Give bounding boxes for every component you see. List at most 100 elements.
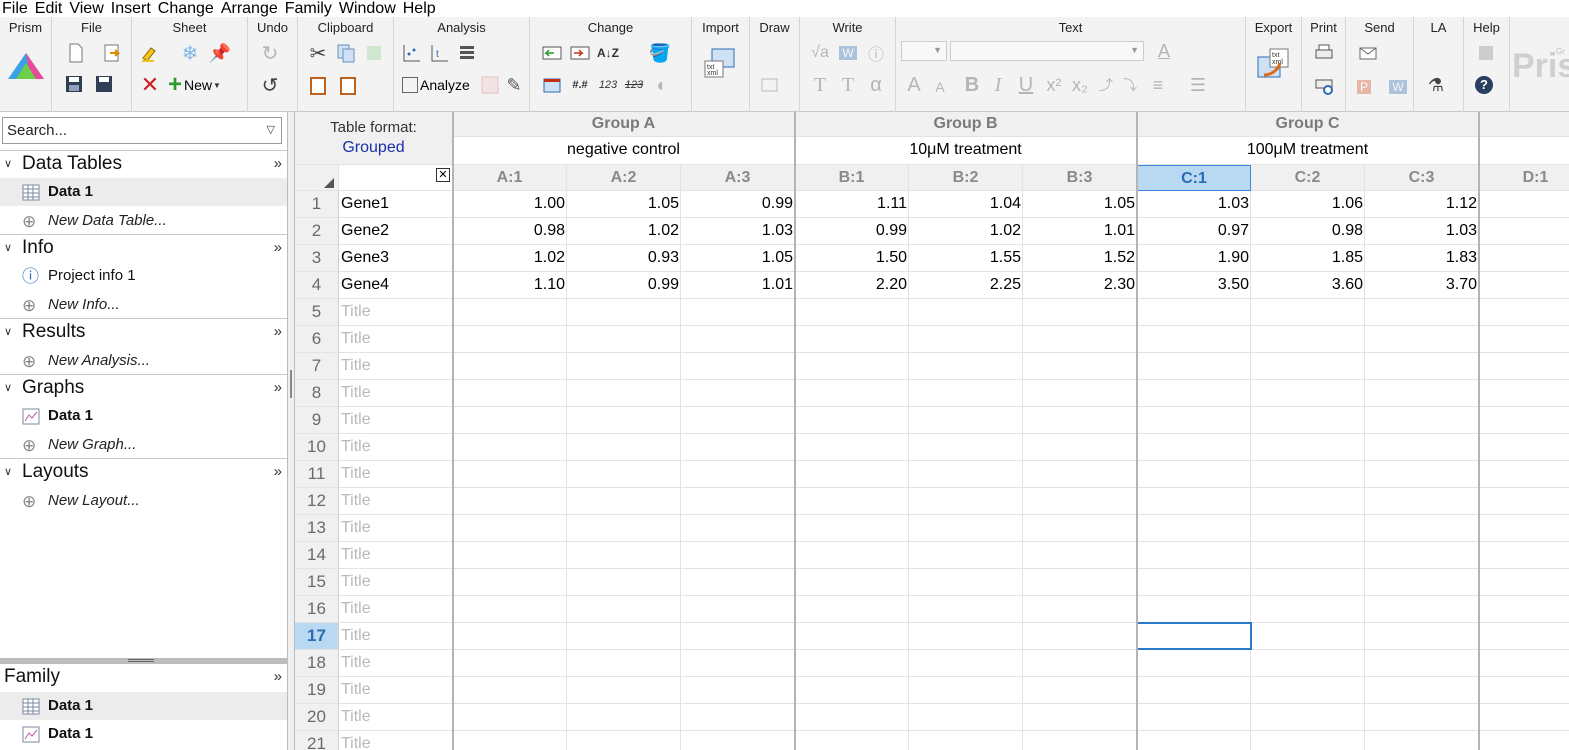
freeze-icon[interactable]: ❄ <box>178 41 202 65</box>
group-name[interactable]: 100μM treatment <box>1137 137 1479 165</box>
data-cell[interactable] <box>909 623 1023 650</box>
data-cell[interactable] <box>681 704 795 731</box>
row-number[interactable]: 4 <box>295 272 339 299</box>
data-cell[interactable] <box>1251 299 1365 326</box>
data-cell[interactable] <box>567 407 681 434</box>
column-header[interactable]: C:3 <box>1365 165 1479 191</box>
data-cell[interactable] <box>1137 596 1251 623</box>
data-cell[interactable]: 1.01 <box>681 272 795 299</box>
data-cell[interactable] <box>1365 299 1479 326</box>
t-test-icon[interactable]: t <box>428 41 452 65</box>
data-cell[interactable]: 1.10 <box>453 272 567 299</box>
data-cell[interactable] <box>1365 434 1479 461</box>
family-item-data-table[interactable]: Data 1 <box>0 692 287 720</box>
navigator-splitter[interactable] <box>288 112 295 750</box>
chevron-down-icon[interactable]: ∨ <box>4 325 12 338</box>
data-cell[interactable] <box>1365 596 1479 623</box>
double-chevron-icon[interactable]: » <box>274 239 282 256</box>
data-cell[interactable]: 1.03 <box>681 218 795 245</box>
data-cell[interactable] <box>795 488 909 515</box>
row-number[interactable]: 6 <box>295 326 339 353</box>
data-cell[interactable] <box>1479 542 1569 569</box>
data-cell[interactable] <box>1365 704 1479 731</box>
italic-icon[interactable]: I <box>986 73 1010 97</box>
data-cell[interactable] <box>567 515 681 542</box>
data-cell[interactable] <box>1023 596 1137 623</box>
data-cell[interactable] <box>1251 704 1365 731</box>
data-cell[interactable] <box>795 542 909 569</box>
delete-icon[interactable]: ✕ <box>138 72 162 97</box>
data-cell[interactable] <box>1479 677 1569 704</box>
group-title[interactable]: Group A <box>453 112 795 137</box>
data-cell[interactable] <box>1023 731 1137 750</box>
data-cell[interactable] <box>1137 515 1251 542</box>
print-preview-icon[interactable] <box>1312 73 1336 97</box>
text-box-icon[interactable]: T <box>836 73 860 97</box>
data-cell[interactable] <box>909 677 1023 704</box>
data-cell[interactable] <box>567 731 681 750</box>
data-cell[interactable] <box>1137 488 1251 515</box>
data-cell[interactable] <box>1137 704 1251 731</box>
export-data-icon[interactable]: txt xml <box>1254 45 1292 83</box>
import-data-icon[interactable]: txt xml <box>702 45 738 81</box>
redo-icon[interactable]: ↻ <box>258 41 282 65</box>
data-cell[interactable] <box>1137 407 1251 434</box>
column-header[interactable]: A:1 <box>453 165 567 191</box>
menu-arrange[interactable]: Arrange <box>218 0 282 17</box>
data-cell[interactable]: 3.50 <box>1137 272 1251 299</box>
data-cell[interactable] <box>453 461 567 488</box>
data-cell[interactable] <box>453 326 567 353</box>
data-cell[interactable] <box>681 434 795 461</box>
row-title-placeholder[interactable]: Title <box>339 407 453 434</box>
data-cell[interactable] <box>795 623 909 650</box>
color-scheme-icon[interactable]: ◐ <box>650 73 674 97</box>
chevron-down-icon[interactable]: ∨ <box>4 157 12 170</box>
row-number[interactable]: 7 <box>295 353 339 380</box>
row-number[interactable]: 15 <box>295 569 339 596</box>
menu-insert[interactable]: Insert <box>108 0 155 17</box>
data-cell[interactable]: 0.97 <box>1137 218 1251 245</box>
data-cell[interactable] <box>795 326 909 353</box>
cut-icon[interactable]: ✂ <box>306 41 330 65</box>
data-cell[interactable] <box>1023 299 1137 326</box>
data-cell[interactable] <box>681 542 795 569</box>
double-chevron-icon[interactable]: » <box>274 155 282 172</box>
row-number[interactable]: 9 <box>295 407 339 434</box>
data-cell[interactable] <box>681 407 795 434</box>
chevron-down-icon[interactable]: ∨ <box>4 241 12 254</box>
data-cell[interactable] <box>1251 488 1365 515</box>
data-cell[interactable] <box>1137 299 1251 326</box>
data-cell[interactable] <box>1479 515 1569 542</box>
menu-edit[interactable]: Edit <box>32 0 67 17</box>
data-cell[interactable] <box>681 488 795 515</box>
row-title[interactable]: Gene4 <box>339 272 453 299</box>
row-number[interactable]: 1 <box>295 191 339 218</box>
column-header[interactable]: B:1 <box>795 165 909 191</box>
double-chevron-icon[interactable]: » <box>274 668 282 685</box>
data-cell[interactable] <box>795 353 909 380</box>
nav-item-graph[interactable]: Data 1 <box>0 402 287 430</box>
row-title[interactable]: Gene3 <box>339 245 453 272</box>
row-title-placeholder[interactable]: Title <box>339 731 453 750</box>
data-cell[interactable] <box>909 353 1023 380</box>
data-cell[interactable] <box>681 731 795 750</box>
move-left-icon[interactable] <box>540 41 564 65</box>
double-chevron-icon[interactable]: » <box>274 463 282 480</box>
data-cell[interactable]: 1.01 <box>1023 218 1137 245</box>
data-cell[interactable] <box>453 434 567 461</box>
data-cell[interactable] <box>1365 326 1479 353</box>
table-format-value[interactable]: Grouped <box>295 139 452 157</box>
data-cell[interactable] <box>453 542 567 569</box>
analyze-button[interactable]: Analyze <box>402 74 470 96</box>
data-cell[interactable]: 1.05 <box>681 245 795 272</box>
data-cell[interactable] <box>1479 299 1569 326</box>
new-file-icon[interactable] <box>64 41 88 65</box>
row-title-placeholder[interactable]: Title <box>339 380 453 407</box>
data-cell[interactable] <box>453 353 567 380</box>
data-cell[interactable] <box>909 704 1023 731</box>
data-cell[interactable] <box>1251 434 1365 461</box>
data-cell[interactable] <box>1479 353 1569 380</box>
row-number[interactable]: 8 <box>295 380 339 407</box>
symbol-alpha-icon[interactable]: α <box>864 73 888 97</box>
chevron-down-icon[interactable]: ∨ <box>4 381 12 394</box>
